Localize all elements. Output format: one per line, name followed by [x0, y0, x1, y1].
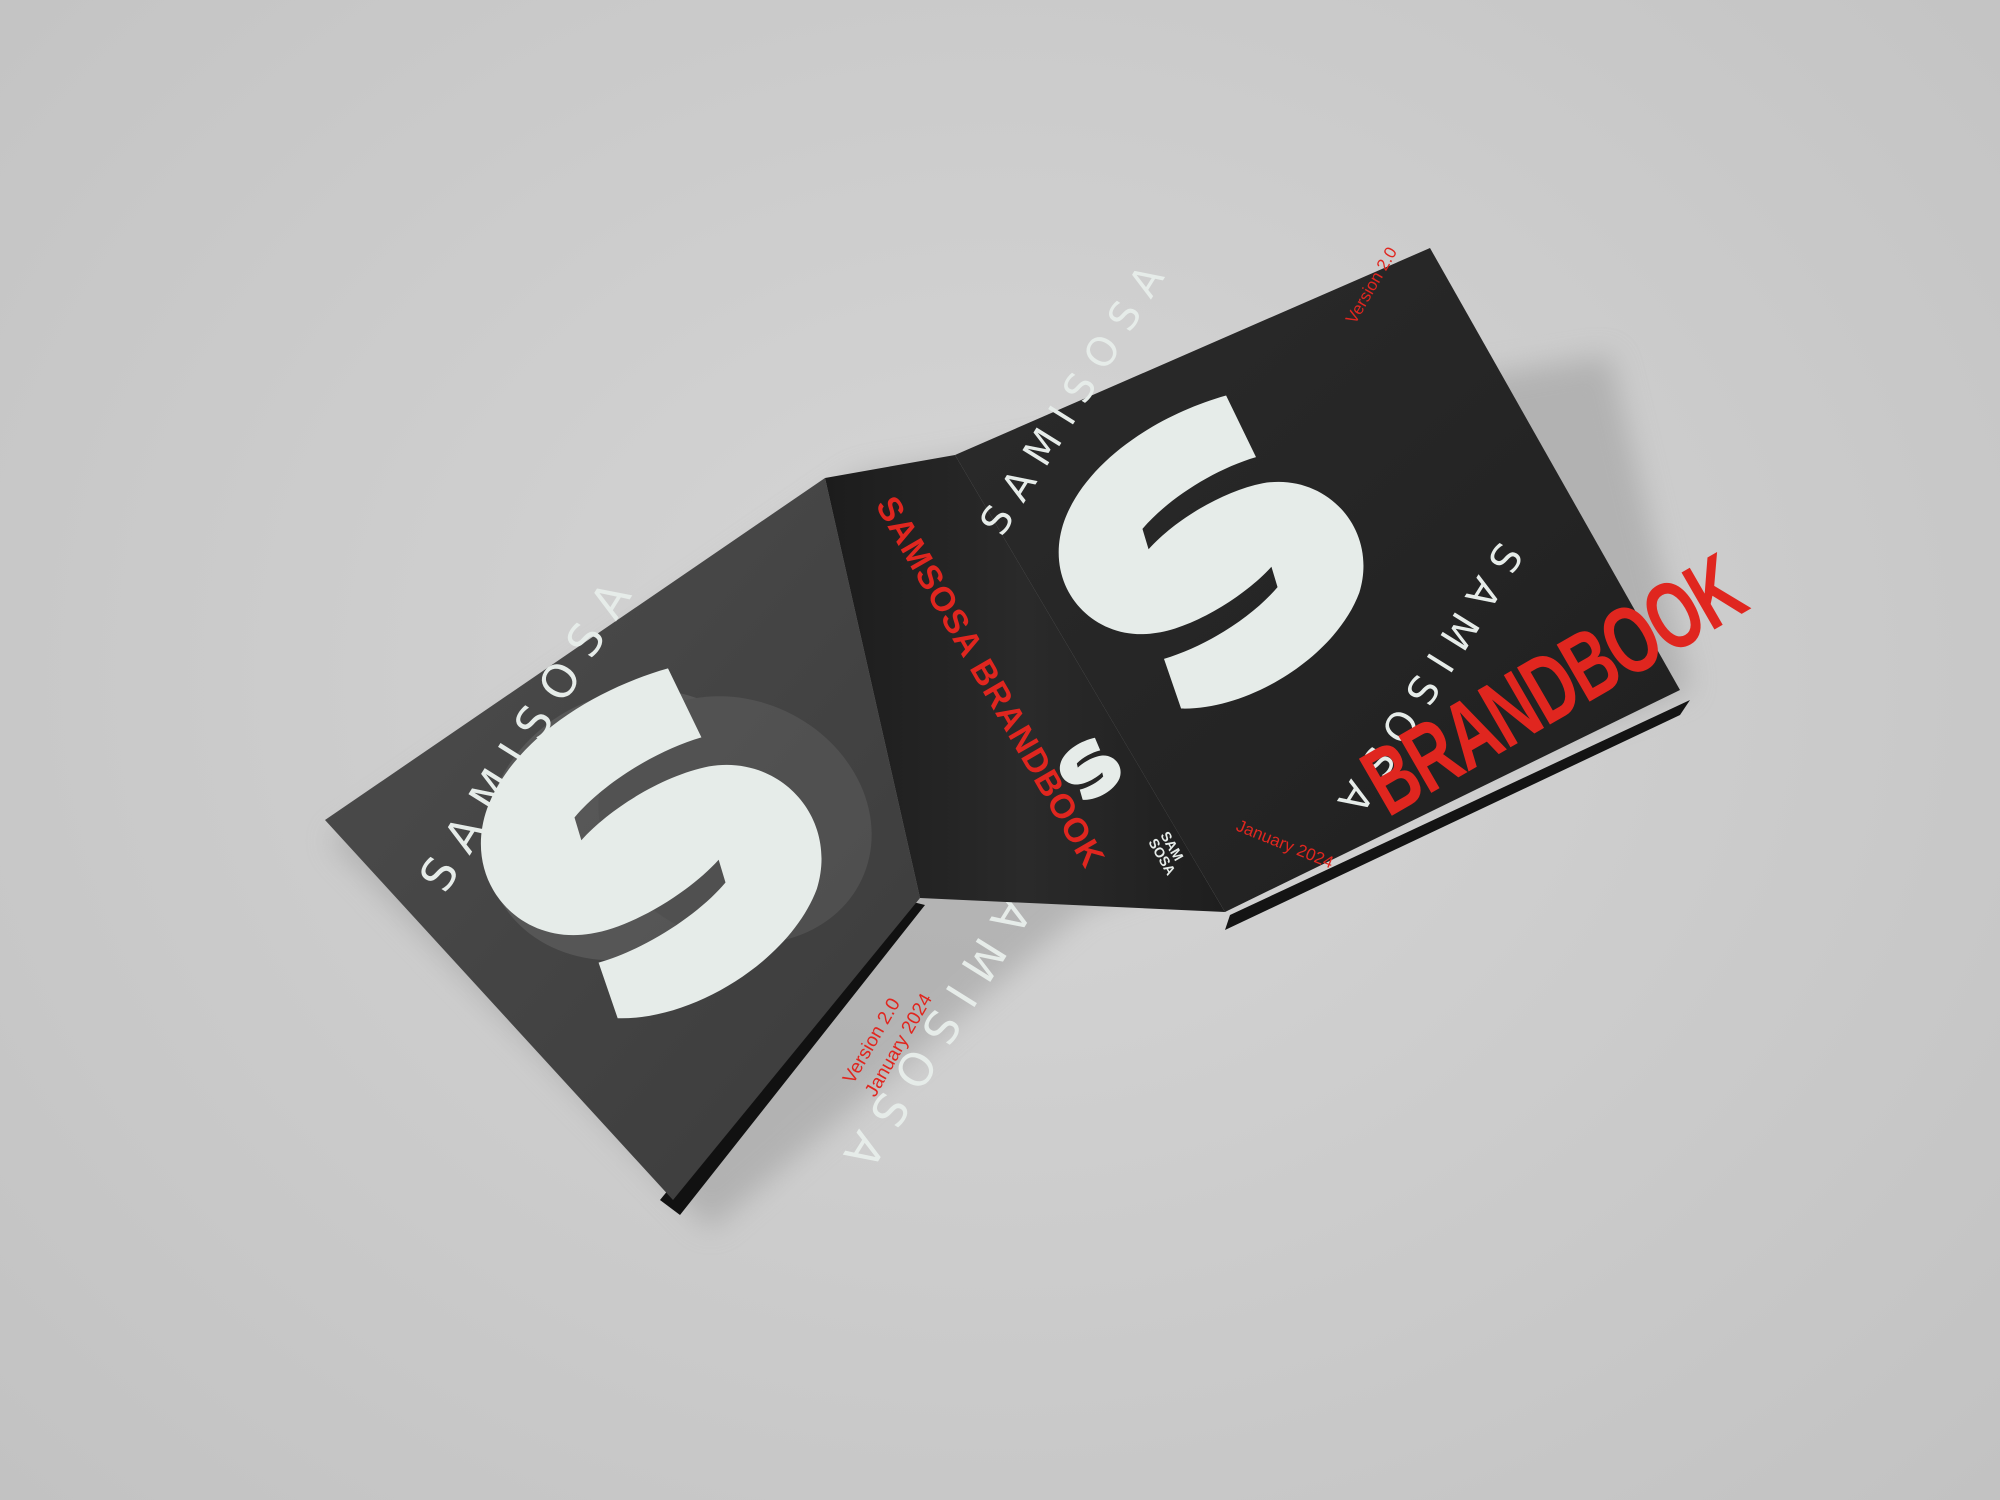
book-mockup-scene: SAMISOSA SAMISOSA Version 2.0 January 20… [325, 244, 1762, 1230]
